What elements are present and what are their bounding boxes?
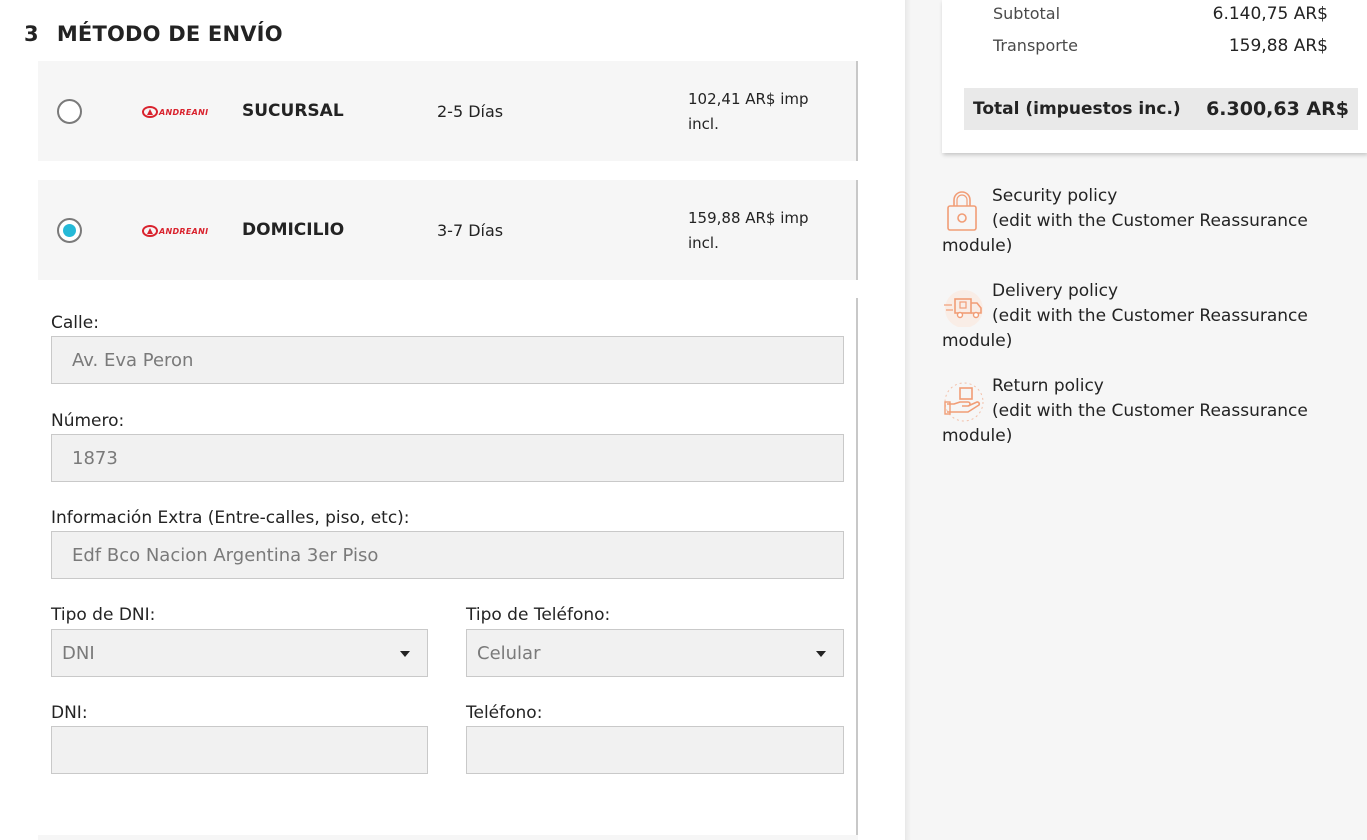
dropdown-caret-icon	[400, 651, 410, 657]
dni-label: DNI:	[51, 703, 88, 723]
carrier-price-tax: incl.	[688, 115, 719, 133]
dropdown-caret-icon	[816, 651, 826, 657]
cart-summary: Subtotal 6.140,75 AR$ Transporte 159,88 …	[942, 0, 1367, 153]
tipo-dni-selected: DNI	[62, 642, 95, 664]
reassurance-security: Security policy (edit with the Customer …	[942, 184, 1342, 259]
dni-input[interactable]	[51, 726, 428, 774]
carrier-name: SUCURSAL	[242, 101, 344, 121]
carrier-radio-sucursal[interactable]	[57, 99, 82, 124]
reassurance-description: (edit with the Customer Reassurance	[992, 211, 1308, 231]
tipo-telefono-select[interactable]: Celular	[466, 629, 844, 677]
calle-label: Calle:	[51, 313, 99, 333]
transport-value: 159,88 AR$	[1228, 36, 1328, 56]
info-extra-input[interactable]: Edf Bco Nacion Argentina 3er Piso	[51, 531, 844, 579]
andreani-logo: ANDREANI	[142, 225, 208, 237]
total-row: Total (impuestos inc.) 6.300,63 AR$	[964, 88, 1358, 130]
andreani-logo-mark	[142, 106, 158, 118]
carrier-price: 102,41 AR$ imp incl.	[688, 87, 828, 137]
return-box-icon	[944, 382, 984, 422]
subtotal-label: Subtotal	[993, 4, 1061, 23]
total-label: Total (impuestos inc.)	[973, 99, 1181, 119]
calle-input-value: Av. Eva Peron	[72, 349, 194, 371]
numero-input-value: 1873	[72, 447, 118, 469]
reassurance-description: (edit with the Customer Reassurance	[992, 306, 1308, 326]
calle-input[interactable]: Av. Eva Peron	[51, 336, 844, 384]
transport-row: Transporte 159,88 AR$	[993, 36, 1328, 56]
carrier-price-amount: 102,41 AR$ imp	[688, 90, 809, 108]
tipo-telefono-selected: Celular	[477, 642, 541, 664]
info-extra-label: Información Extra (Entre-calles, piso, e…	[51, 508, 410, 528]
reassurance-description-tail: module)	[942, 236, 1013, 256]
tipo-dni-label: Tipo de DNI:	[51, 605, 156, 625]
sidebar-divider	[905, 0, 911, 840]
reassurance-delivery: Delivery policy (edit with the Customer …	[942, 279, 1342, 354]
carrier-delay: 3-7 Días	[437, 221, 504, 240]
subtotal-row: Subtotal 6.140,75 AR$	[993, 4, 1328, 24]
carrier-name: DOMICILIO	[242, 220, 345, 240]
reassurance-title: Return policy	[992, 376, 1104, 396]
reassurance-return: Return policy (edit with the Customer Re…	[942, 374, 1342, 449]
tipo-dni-select[interactable]: DNI	[51, 629, 428, 677]
truck-icon	[944, 290, 983, 327]
reassurance-title: Security policy	[992, 186, 1118, 206]
lock-icon	[947, 191, 977, 231]
carrier-option-sucursal[interactable]: ANDREANI SUCURSAL 2-5 Días 102,41 AR$ im…	[38, 61, 858, 161]
delivery-address-form: Calle: Av. Eva Peron Número: 1873 Inform…	[38, 298, 858, 840]
carrier-option-domicilio[interactable]: ANDREANI DOMICILIO 3-7 Días 159,88 AR$ i…	[38, 180, 858, 280]
checkout-main-column: 3 MÉTODO DE ENVÍO ANDREANI SUCURSAL 2-5 D…	[0, 0, 905, 840]
andreani-logo-text: ANDREANI	[159, 226, 209, 236]
telefono-input[interactable]	[466, 726, 844, 774]
transport-label: Transporte	[993, 36, 1078, 55]
reassurance-description-tail: module)	[942, 426, 1013, 446]
subtotal-value: 6.140,75 AR$	[1212, 4, 1328, 24]
andreani-logo-mark	[142, 225, 158, 237]
next-section-edge	[38, 835, 858, 840]
carrier-price: 159,88 AR$ imp incl.	[688, 206, 828, 256]
step-number: 3	[24, 22, 39, 46]
numero-label: Número:	[51, 411, 125, 431]
reassurance-description-tail: module)	[942, 331, 1013, 351]
step-title[interactable]: 3 MÉTODO DE ENVÍO	[24, 22, 283, 46]
andreani-logo-text: ANDREANI	[159, 107, 209, 117]
reassurance-title: Delivery policy	[992, 281, 1119, 301]
carrier-price-tax: incl.	[688, 234, 719, 252]
telefono-label: Teléfono:	[466, 703, 543, 723]
tipo-telefono-label: Tipo de Teléfono:	[466, 605, 611, 625]
carrier-price-amount: 159,88 AR$ imp	[688, 209, 809, 227]
info-extra-input-value: Edf Bco Nacion Argentina 3er Piso	[72, 544, 379, 566]
total-value: 6.300,63 AR$	[1206, 98, 1349, 120]
carrier-radio-domicilio[interactable]	[57, 218, 82, 243]
reassurance-description: (edit with the Customer Reassurance	[992, 401, 1308, 421]
carrier-delay: 2-5 Días	[437, 102, 504, 121]
numero-input[interactable]: 1873	[51, 434, 844, 482]
andreani-logo: ANDREANI	[142, 106, 208, 118]
step-label: MÉTODO DE ENVÍO	[56, 22, 283, 46]
